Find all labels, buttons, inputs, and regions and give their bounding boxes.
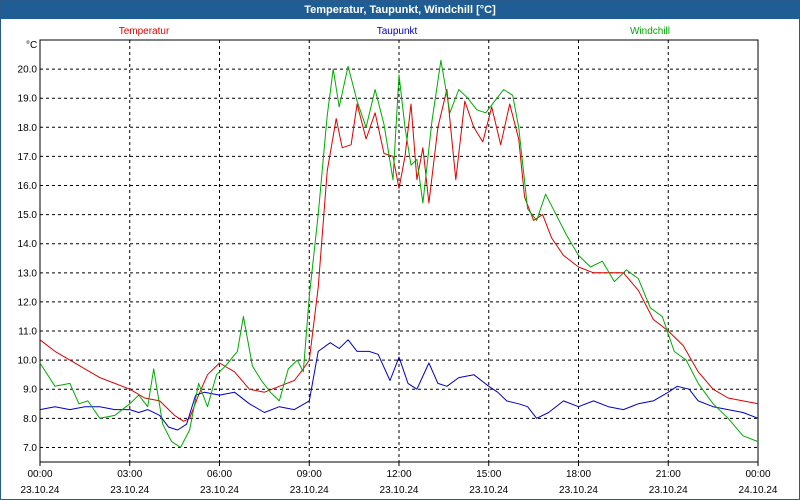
x-tick-time: 00:00 (27, 469, 52, 480)
y-tick-label: 8.0 (23, 414, 37, 425)
x-tick-date: 24.10.24 (739, 485, 778, 496)
y-tick-label: 16.0 (18, 181, 38, 192)
x-tick-date: 23.10.24 (200, 485, 239, 496)
y-tick-label: 9.0 (23, 385, 37, 396)
y-tick-label: 14.0 (18, 239, 38, 250)
y-tick-label: 13.0 (18, 268, 38, 279)
chart-canvas: 7.0 8.0 9.0 10.0 11.0 12.0 13.0 14.0 15.0 16.0 17.… (18, 26, 778, 496)
y-tick-label: 12.0 (18, 297, 38, 308)
y-tick-label: 17.0 (18, 152, 38, 163)
x-tick-time: 03:00 (117, 469, 142, 480)
y-tick-label: 11.0 (18, 327, 37, 338)
y-tick-label: 19.0 (18, 94, 38, 105)
x-tick-time: 21:00 (656, 469, 681, 480)
x-tick-time: 06:00 (207, 469, 232, 480)
grid-lines (39, 39, 759, 466)
legend-item-taupunkt: Taupunkt (377, 26, 418, 37)
x-tick-time: 18:00 (566, 469, 591, 480)
y-tick-label: 20.0 (18, 65, 38, 76)
y-tick-label: 10.0 (18, 356, 38, 367)
legend-item-temperatur: Temperatur (119, 26, 170, 37)
y-tick-label: 15.0 (18, 210, 38, 221)
x-tick-time: 15:00 (476, 469, 501, 480)
x-tick-date: 23.10.24 (469, 485, 508, 496)
x-tick-date: 23.10.24 (380, 485, 419, 496)
x-tick-date: 23.10.24 (21, 485, 60, 496)
x-tick-date: 23.10.24 (110, 485, 149, 496)
y-tick-labels: 7.0 8.0 9.0 10.0 11.0 12.0 13.0 14.0 15.0 16.0 17.… (18, 65, 38, 454)
legend: Temperatur Taupunkt Windchill (119, 26, 670, 37)
y-axis-unit: °C (26, 40, 37, 51)
y-tick-label: 18.0 (18, 123, 38, 134)
x-tick-labels: 00:00 23.10.24 03:00 23.10.24 06:00 23.10.24 0… (21, 469, 778, 496)
x-tick-date: 23.10.24 (290, 485, 329, 496)
y-tick-label: 7.0 (23, 443, 37, 454)
x-tick-time: 12:00 (386, 469, 411, 480)
x-tick-date: 23.10.24 (649, 485, 688, 496)
legend-item-windchill: Windchill (630, 26, 670, 37)
x-tick-time: 00:00 (745, 469, 770, 480)
x-tick-date: 23.10.24 (559, 485, 598, 496)
x-tick-time: 09:00 (297, 469, 322, 480)
